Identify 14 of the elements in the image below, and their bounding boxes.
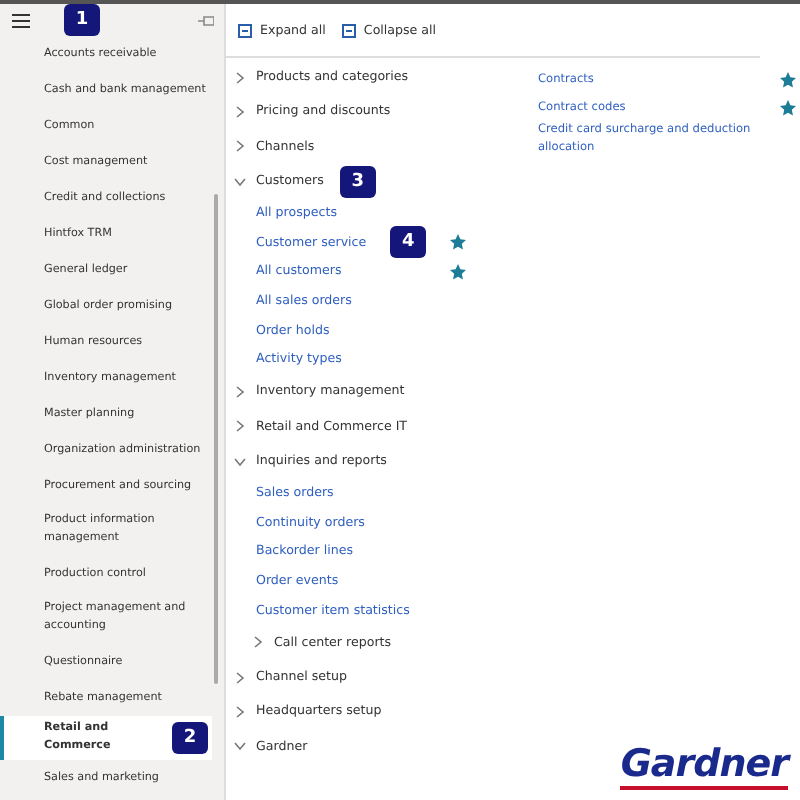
callout-badge: 1: [64, 4, 100, 36]
pin-icon[interactable]: [198, 15, 214, 25]
menu-icon[interactable]: [12, 13, 30, 27]
star-icon[interactable]: [450, 234, 466, 251]
logo: Gardner: [620, 742, 788, 790]
callout-badge: 3: [339, 165, 376, 198]
star-icon[interactable]: [780, 72, 796, 88]
scrollbar[interactable]: [214, 194, 218, 684]
star-icon[interactable]: [780, 100, 796, 116]
expand-icon: [238, 23, 252, 37]
callout-badge: 4: [390, 226, 427, 259]
star-icon[interactable]: [450, 263, 466, 280]
callout-badge: 2: [172, 722, 208, 754]
collapse-icon: [341, 23, 356, 37]
